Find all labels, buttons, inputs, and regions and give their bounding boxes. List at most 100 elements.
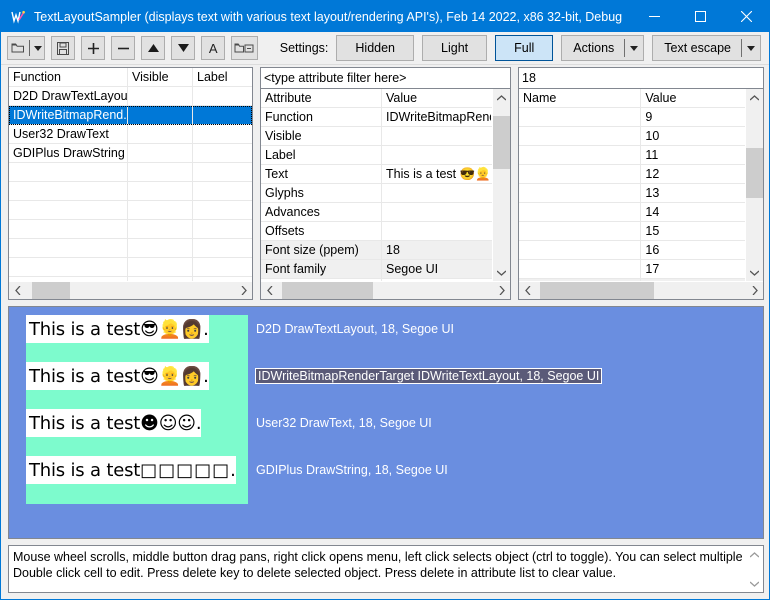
cell-name[interactable] <box>519 126 642 146</box>
table-row[interactable]: 16 <box>519 240 745 260</box>
text-sample[interactable]: This is a test ☻☺☺. User32 DrawText, 18, … <box>26 409 432 457</box>
table-row[interactable]: 17 <box>519 259 745 279</box>
minimize-button[interactable] <box>631 1 677 32</box>
scroll-up-icon[interactable] <box>746 546 763 563</box>
cell-label[interactable] <box>193 182 248 201</box>
cell-function[interactable]: GDIPlus DrawString <box>9 143 128 163</box>
table-row[interactable] <box>9 257 252 277</box>
scroll-left-icon[interactable] <box>519 282 536 299</box>
hscroll-thumb[interactable] <box>32 282 70 299</box>
chevron-down-icon[interactable] <box>31 37 44 59</box>
cell-function[interactable]: User32 DrawText <box>9 124 128 144</box>
cell-attribute[interactable]: Text <box>261 164 382 184</box>
table-row[interactable] <box>9 238 252 258</box>
table-row[interactable] <box>9 219 252 239</box>
cell-visible[interactable] <box>128 162 193 182</box>
vscroll-thumb[interactable] <box>493 115 510 170</box>
sample-text[interactable]: This is a test ☻☺☺. <box>26 409 202 437</box>
table-row[interactable]: FunctionIDWriteBitmapRende <box>261 107 492 127</box>
column-header-row[interactable]: Name Value <box>519 89 745 108</box>
table-row[interactable]: 14 <box>519 202 745 222</box>
table-row[interactable]: Font family Segoe UI <box>261 259 492 279</box>
attribute-vscrollbar[interactable] <box>492 89 510 281</box>
remove-button[interactable] <box>111 36 136 60</box>
attribute-hscrollbar[interactable] <box>261 281 510 299</box>
cell-label[interactable] <box>193 125 248 144</box>
cell-value[interactable]: 16 <box>641 241 745 260</box>
move-up-button[interactable] <box>141 36 166 60</box>
text-sample[interactable]: This is a test 😎👱👩. IDWriteBitmapRenderTa… <box>26 362 603 410</box>
column-header-row[interactable]: Attribute Value <box>261 89 492 108</box>
cell-attribute[interactable]: Offsets <box>261 221 382 241</box>
cell-value[interactable] <box>382 222 491 241</box>
add-button[interactable] <box>81 36 106 60</box>
column-header-value[interactable]: Value <box>641 89 745 108</box>
table-row[interactable]: 10 <box>519 126 745 146</box>
table-row[interactable]: Font size (ppem) 18 <box>261 240 492 260</box>
cell-name[interactable] <box>519 107 642 127</box>
cell-function[interactable] <box>9 181 128 201</box>
table-row[interactable]: 11 <box>519 145 745 165</box>
value-hscrollbar[interactable] <box>519 281 763 299</box>
sample-background[interactable]: This is a test 😎👱👩. <box>26 315 248 363</box>
table-row[interactable]: GDIPlus DrawString <box>9 143 252 163</box>
cell-label[interactable] <box>193 87 248 106</box>
table-row[interactable]: Visible <box>261 126 492 146</box>
cell-visible[interactable] <box>128 181 193 201</box>
scroll-up-icon[interactable] <box>493 89 510 106</box>
hscroll-thumb[interactable] <box>282 282 373 299</box>
actions-dropdown-button[interactable]: Actions <box>561 35 645 61</box>
font-button[interactable]: A <box>201 36 226 60</box>
cell-label[interactable] <box>193 201 248 220</box>
column-header-visible[interactable]: Visible <box>128 68 193 87</box>
cell-value[interactable]: 12 <box>641 165 745 184</box>
cell-label[interactable] <box>193 144 248 163</box>
cell-name[interactable] <box>519 221 642 241</box>
cell-value[interactable]: IDWriteBitmapRende <box>382 108 491 127</box>
attribute-filter-input[interactable]: <type attribute filter here> <box>261 68 510 89</box>
function-grid[interactable]: Function Visible Label D2D DrawTextLayout ID… <box>9 68 252 281</box>
cell-function[interactable] <box>9 219 128 239</box>
scroll-left-icon[interactable] <box>261 282 278 299</box>
column-header-label[interactable]: Label <box>193 68 248 87</box>
hscroll-thumb[interactable] <box>540 282 654 299</box>
cell-name[interactable] <box>519 164 642 184</box>
close-button[interactable] <box>723 1 769 32</box>
attribute-grid[interactable]: AttributeValueFunctionIDWriteBitmapRende… <box>261 89 492 281</box>
hscroll-track[interactable] <box>278 282 493 299</box>
cell-value[interactable] <box>382 127 491 146</box>
sample-background[interactable]: This is a test ☻☺☺. <box>26 409 248 457</box>
cell-value[interactable]: 17 <box>641 260 745 279</box>
cell-attribute[interactable]: Advances <box>261 202 382 222</box>
cell-function[interactable] <box>9 162 128 182</box>
scroll-down-icon[interactable] <box>746 264 763 281</box>
move-down-button[interactable] <box>171 36 196 60</box>
cell-label[interactable] <box>193 163 248 182</box>
settings-hidden-button[interactable]: Hidden <box>336 35 415 61</box>
cell-value[interactable]: 9 <box>641 108 745 127</box>
column-header-attribute[interactable]: Attribute <box>261 89 382 108</box>
cell-visible[interactable] <box>128 143 193 163</box>
folder-properties-button[interactable] <box>231 36 258 60</box>
cell-attribute[interactable]: Font family <box>261 259 382 279</box>
cell-attribute[interactable]: Glyphs <box>261 183 382 203</box>
value-grid[interactable]: NameValue9101112131415161718 <box>519 89 745 281</box>
cell-value[interactable]: This is a test 😎👱👩. <box>382 165 491 184</box>
table-row[interactable]: 12 <box>519 164 745 184</box>
maximize-button[interactable] <box>677 1 723 32</box>
hscroll-track[interactable] <box>536 282 746 299</box>
cell-visible[interactable] <box>128 105 193 125</box>
sample-caption[interactable]: User32 DrawText, 18, Segoe UI <box>256 416 432 430</box>
table-row[interactable]: Offsets <box>261 221 492 241</box>
chevron-down-icon[interactable] <box>742 45 760 51</box>
table-row[interactable] <box>9 181 252 201</box>
sample-caption[interactable]: D2D DrawTextLayout, 18, Segoe UI <box>256 322 454 336</box>
table-row[interactable] <box>9 200 252 220</box>
table-row[interactable]: D2D DrawTextLayout <box>9 86 252 106</box>
cell-value[interactable]: 14 <box>641 203 745 222</box>
table-row[interactable]: User32 DrawText <box>9 124 252 144</box>
table-row[interactable]: TextThis is a test 😎👱👩. <box>261 164 492 184</box>
scroll-right-icon[interactable] <box>746 282 763 299</box>
cell-visible[interactable] <box>128 200 193 220</box>
sample-text[interactable]: This is a test □□□□□. <box>26 456 236 484</box>
